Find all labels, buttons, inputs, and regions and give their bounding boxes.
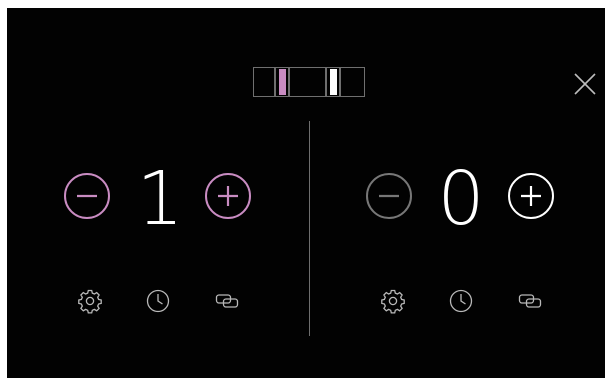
right-timer-button[interactable] <box>448 288 474 314</box>
right-increase-button[interactable] <box>508 173 554 219</box>
clock-icon <box>146 289 170 313</box>
cooktop-control-screen: 1 0 <box>7 8 605 378</box>
plus-icon <box>218 186 238 206</box>
close-button[interactable] <box>574 73 596 95</box>
left-settings-button[interactable] <box>77 288 103 314</box>
right-decrease-button[interactable] <box>366 173 412 219</box>
zone-mark-right-selected <box>330 69 337 95</box>
link-zones-icon <box>518 294 542 308</box>
left-link-button[interactable] <box>214 288 240 314</box>
right-settings-button[interactable] <box>380 288 406 314</box>
minus-icon <box>379 194 399 198</box>
gear-icon <box>381 289 405 314</box>
left-increase-button[interactable] <box>205 173 251 219</box>
minus-icon <box>77 194 97 198</box>
zone-outline-2 <box>275 67 289 97</box>
right-link-button[interactable] <box>517 288 543 314</box>
link-zones-icon <box>215 294 239 308</box>
close-icon <box>574 73 596 95</box>
zone-outline-3 <box>289 67 326 97</box>
zone-outline-1 <box>253 67 275 97</box>
zone-divider <box>309 121 310 336</box>
gear-icon <box>78 289 102 314</box>
clock-icon <box>449 289 473 313</box>
left-timer-button[interactable] <box>145 288 171 314</box>
right-power-level: 0 <box>437 156 485 242</box>
plus-icon <box>521 186 541 206</box>
left-power-level: 1 <box>136 156 184 242</box>
left-decrease-button[interactable] <box>64 173 110 219</box>
cooktop-zones-icon <box>253 67 365 99</box>
zone-outline-5 <box>340 67 365 97</box>
